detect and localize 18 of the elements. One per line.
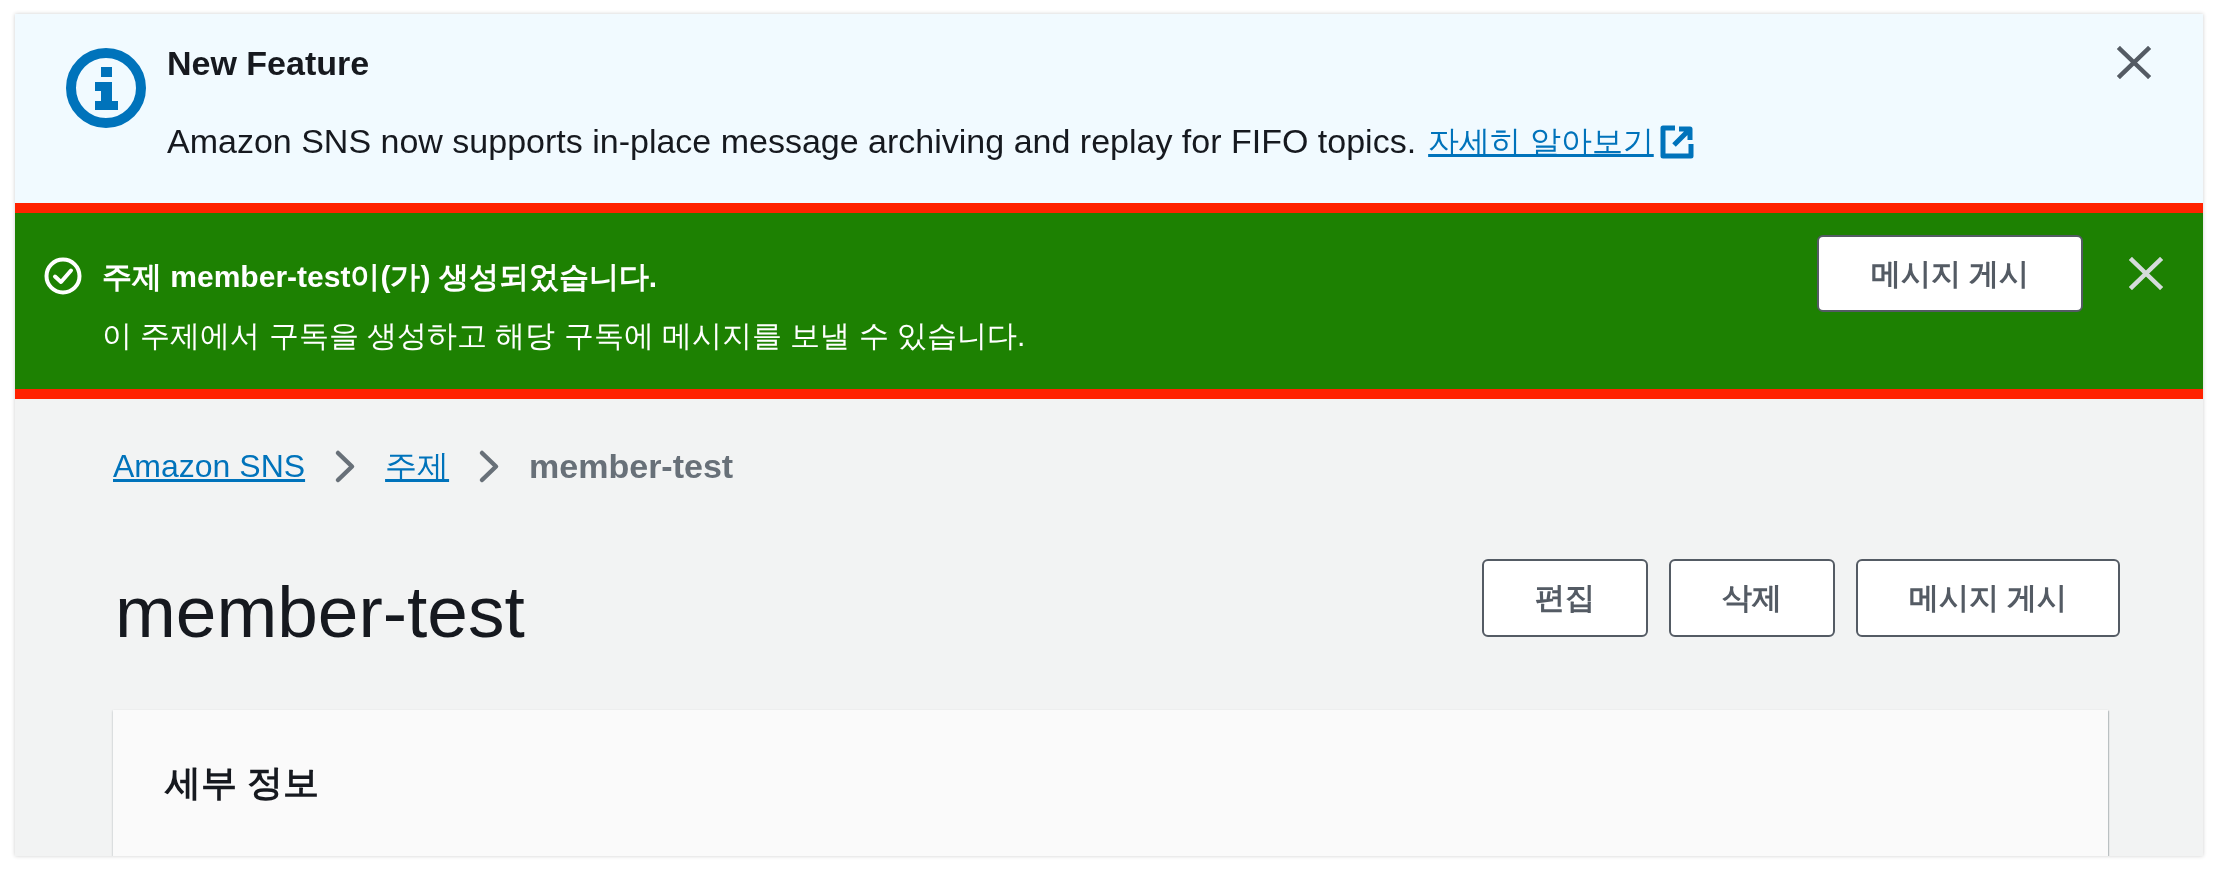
breadcrumb-link[interactable]: Amazon SNS bbox=[113, 444, 306, 489]
banner-message: 이 주제에서 구독을 생성하고 해당 구독에 메시지를 보낼 수 있습니다. bbox=[102, 318, 1026, 354]
info-icon bbox=[66, 48, 146, 128]
action-button[interactable]: 삭제 bbox=[1668, 559, 1835, 637]
check-circle-icon bbox=[44, 257, 82, 295]
close-icon[interactable] bbox=[2117, 46, 2151, 79]
learn-more-link[interactable]: 자세히 알아보기 bbox=[1428, 119, 1694, 164]
action-button[interactable]: 메시지 게시 bbox=[1855, 559, 2120, 637]
panel-title: 세부 정보 bbox=[165, 761, 320, 805]
breadcrumb-link[interactable]: 주제 bbox=[385, 444, 450, 489]
banner-title: 주제 member-test이(가) 생성되었습니다. bbox=[102, 259, 659, 295]
banner-message: Amazon SNS now supports in-place message archiving and replay for FIFO topics. bbox=[167, 121, 1417, 162]
external-link-icon bbox=[1659, 124, 1694, 159]
breadcrumb-current: member-test bbox=[529, 446, 734, 487]
action-button[interactable]: 편집 bbox=[1481, 559, 1648, 637]
page-title: member-test bbox=[115, 570, 525, 654]
publish-message-button[interactable]: 메시지 게시 bbox=[1816, 235, 2083, 312]
banner-title: New Feature bbox=[167, 43, 371, 84]
